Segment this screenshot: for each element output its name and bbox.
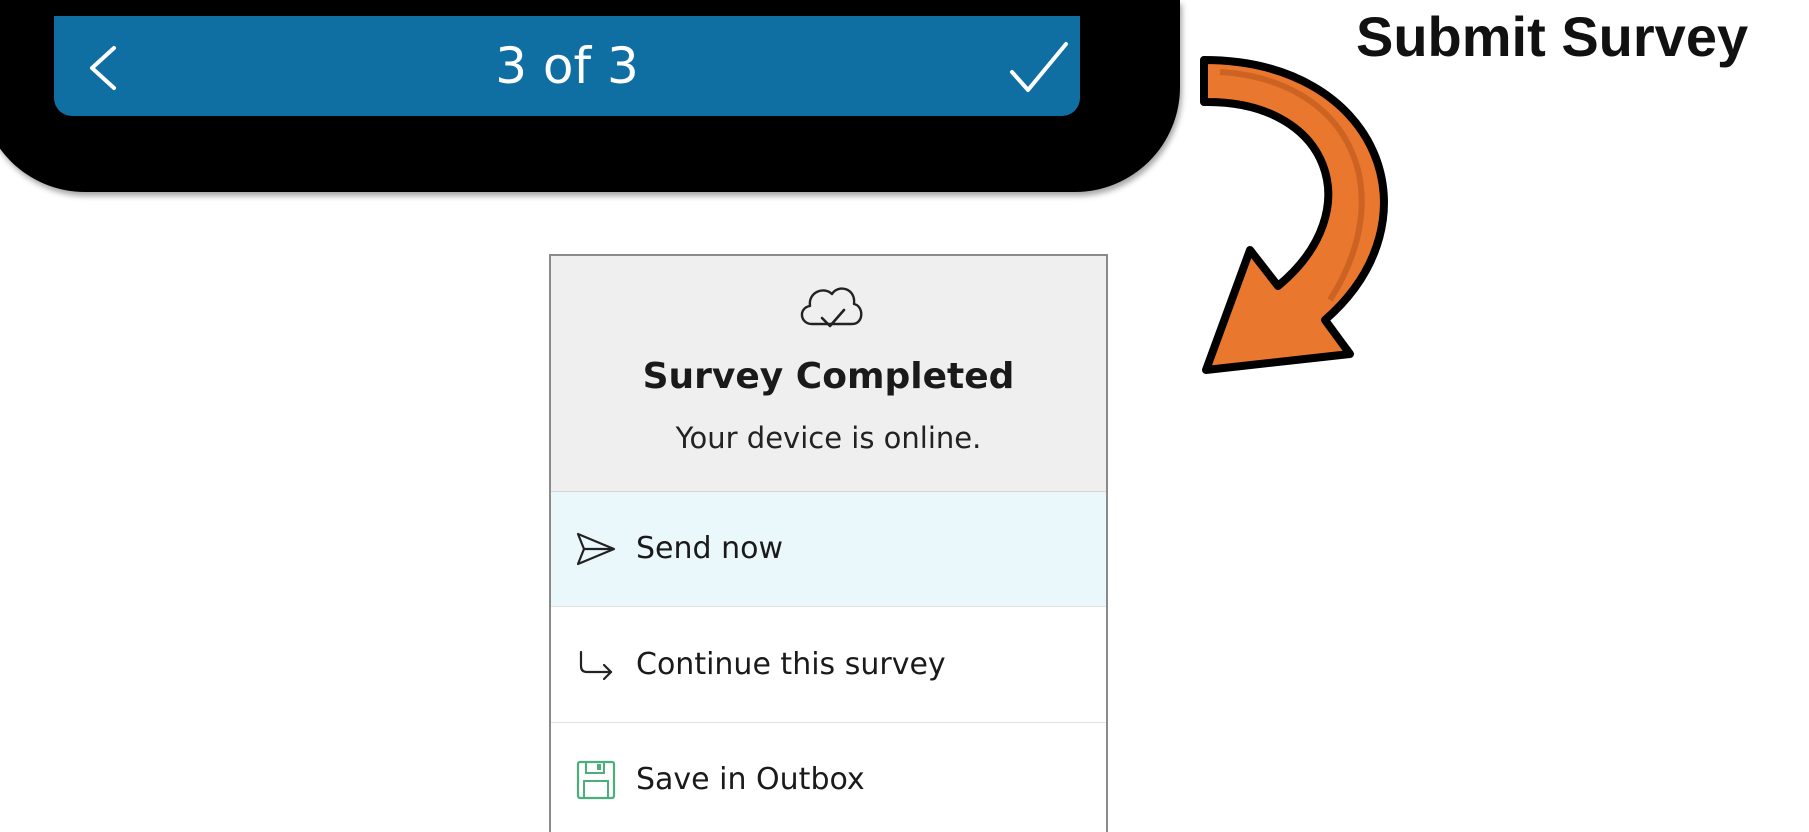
paper-plane-icon bbox=[576, 532, 616, 566]
continue-survey-label: Continue this survey bbox=[636, 647, 946, 682]
survey-nav-bar: 3 of 3 bbox=[54, 16, 1080, 116]
page-counter: 3 of 3 bbox=[495, 37, 639, 95]
save-outbox-option[interactable]: Save in Outbox bbox=[551, 723, 1106, 832]
continue-survey-option[interactable]: Continue this survey bbox=[551, 608, 1106, 723]
submit-button[interactable] bbox=[1006, 38, 1070, 98]
save-outbox-label: Save in Outbox bbox=[636, 762, 865, 797]
return-arrow-icon bbox=[579, 650, 613, 681]
curved-arrow-icon bbox=[1200, 56, 1388, 374]
dialog-title: Survey Completed bbox=[642, 356, 1015, 397]
survey-completed-dialog: Survey Completed Your device is online. … bbox=[549, 254, 1108, 832]
annotation-title: Submit Survey bbox=[1356, 5, 1749, 68]
send-now-option[interactable]: Send now bbox=[551, 492, 1106, 607]
phone-frame: 3 of 3 bbox=[0, 0, 1180, 192]
send-now-label: Send now bbox=[636, 531, 783, 566]
page: 3 of 3 Submit Survey Survey Completed Yo… bbox=[0, 0, 1809, 832]
floppy-disk-icon bbox=[576, 760, 616, 800]
cloud-check-icon bbox=[800, 287, 863, 328]
checkmark-icon bbox=[1010, 42, 1068, 92]
dialog-header: Survey Completed Your device is online. bbox=[551, 256, 1106, 492]
dialog-subtitle: Your device is online. bbox=[675, 421, 982, 455]
